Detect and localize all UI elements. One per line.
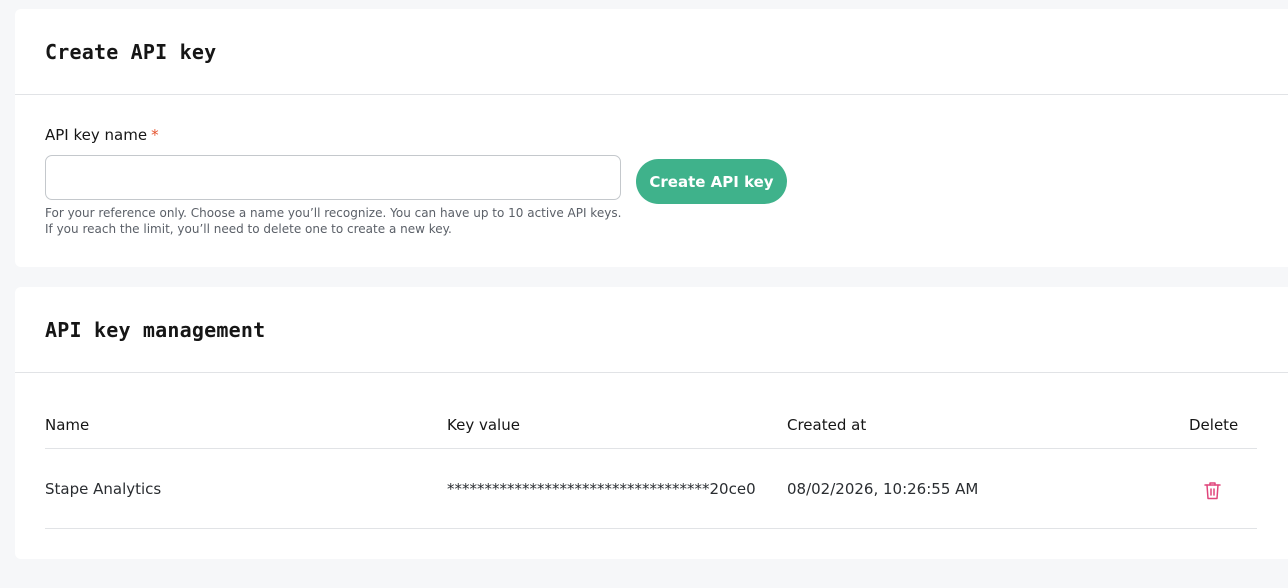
row-name: Stape Analytics — [45, 480, 162, 498]
api-key-name-label: API key name * — [45, 126, 159, 144]
row-key-value: ***********************************20ce0 — [447, 480, 756, 498]
create-api-key-button[interactable]: Create API key — [636, 159, 787, 204]
column-header-name: Name — [45, 416, 90, 434]
api-key-name-helper-text: For your reference only. Choose a name y… — [45, 206, 622, 236]
api-key-management-title: API key management — [45, 318, 266, 342]
create-api-key-card: Create API key API key name * For your re… — [15, 9, 1288, 267]
table-header: Name Key value Created at Delete — [45, 411, 1257, 449]
api-key-management-card: API key management Name Key value Create… — [15, 287, 1288, 559]
trash-icon — [1203, 481, 1221, 499]
api-key-name-label-text: API key name — [45, 126, 148, 144]
column-header-created-at: Created at — [787, 416, 867, 434]
table-row: Stape Analytics ************************… — [45, 449, 1257, 529]
create-card-divider — [15, 94, 1288, 95]
required-asterisk: * — [151, 126, 159, 144]
create-api-key-title: Create API key — [45, 40, 217, 64]
delete-key-button[interactable] — [1201, 479, 1223, 501]
column-header-key-value: Key value — [447, 416, 520, 434]
api-key-name-input[interactable] — [45, 155, 621, 200]
management-card-divider — [15, 372, 1288, 373]
column-header-delete: Delete — [1189, 416, 1239, 434]
row-created-at: 08/02/2026, 10:26:55 AM — [787, 480, 979, 498]
api-keys-table: Name Key value Created at Delete Stape A… — [45, 411, 1257, 529]
